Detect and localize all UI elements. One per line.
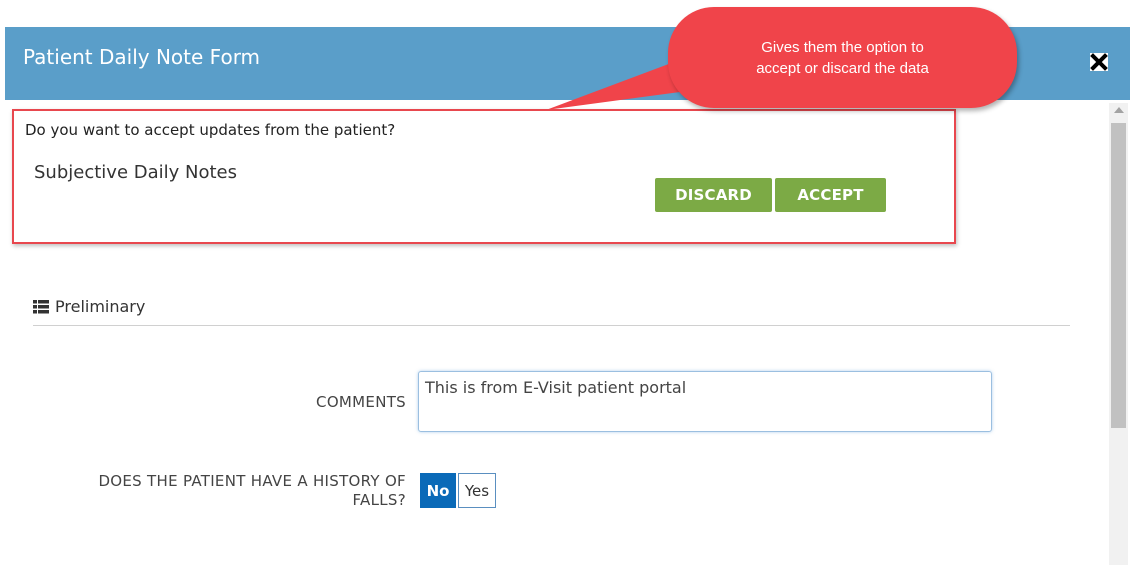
callout-line1: Gives them the option to <box>761 39 924 56</box>
falls-history-label: DOES THE PATIENT HAVE A HISTORY OF FALLS… <box>65 472 406 510</box>
falls-label-line1: DOES THE PATIENT HAVE A HISTORY OF <box>98 472 406 490</box>
section-divider <box>33 325 1070 326</box>
preliminary-label: Preliminary <box>55 297 146 316</box>
scroll-thumb[interactable] <box>1111 123 1126 428</box>
accept-updates-panel: Do you want to accept updates from the p… <box>12 109 956 244</box>
subjective-daily-notes-label: Subjective Daily Notes <box>34 162 237 183</box>
discard-button[interactable]: DISCARD <box>655 178 772 212</box>
falls-label-line2: FALLS? <box>352 491 406 509</box>
callout-text: Gives them the option to accept or disca… <box>713 37 973 79</box>
close-icon[interactable] <box>1087 50 1111 74</box>
falls-yes-toggle[interactable]: Yes <box>458 473 496 508</box>
comments-input[interactable]: This is from E-Visit patient portal <box>418 371 992 432</box>
accept-button[interactable]: ACCEPT <box>775 178 886 212</box>
accept-question: Do you want to accept updates from the p… <box>25 121 396 139</box>
callout-line2: accept or discard the data <box>756 60 929 77</box>
annotation-callout: Gives them the option to accept or disca… <box>668 7 1017 108</box>
vertical-scrollbar[interactable] <box>1109 103 1128 565</box>
list-icon <box>33 299 49 313</box>
preliminary-heading: Preliminary <box>33 297 145 316</box>
modal-title: Patient Daily Note Form <box>23 45 261 69</box>
scroll-up-arrow-icon[interactable] <box>1114 107 1124 113</box>
comments-label: COMMENTS <box>316 393 406 411</box>
falls-no-toggle[interactable]: No <box>420 473 456 508</box>
